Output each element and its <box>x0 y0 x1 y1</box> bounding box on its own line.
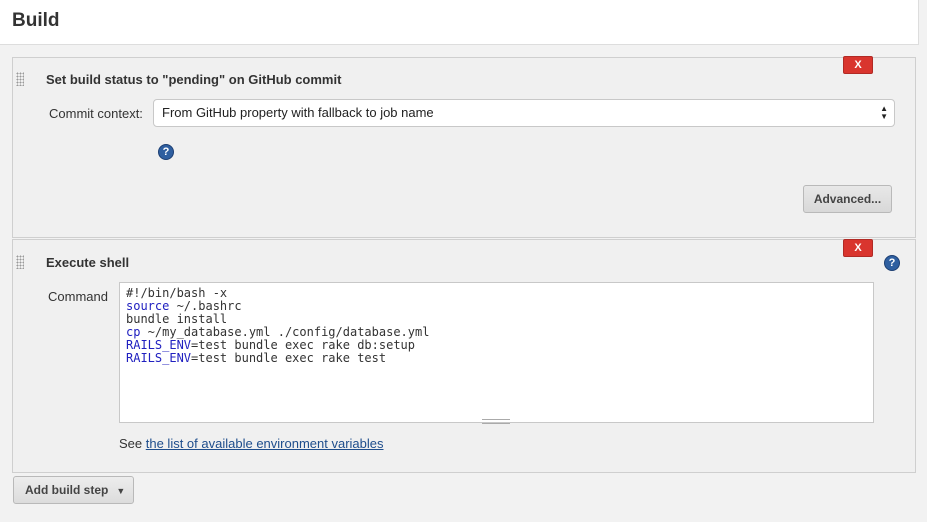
help-icon[interactable]: ? <box>884 255 900 271</box>
command-line: RAILS_ENV=test bundle exec rake test <box>126 351 387 365</box>
drag-handle-icon[interactable] <box>16 72 24 86</box>
commit-context-label: Commit context: <box>49 106 143 121</box>
caret-down-icon: ▼ <box>116 486 126 496</box>
delete-step-button[interactable]: X <box>843 56 873 74</box>
commit-context-value: From GitHub property with fallback to jo… <box>162 105 434 120</box>
env-vars-link[interactable]: the list of available environment variab… <box>146 436 384 451</box>
textarea-resize-handle[interactable] <box>482 419 510 424</box>
command-label: Command <box>48 289 108 304</box>
step-title-github-status: Set build status to "pending" on GitHub … <box>46 72 342 87</box>
select-arrows-icon: ▲ ▼ <box>880 104 888 121</box>
env-vars-note: See the list of available environment va… <box>119 436 384 451</box>
add-build-step-button[interactable]: Add build step ▼ <box>13 476 134 504</box>
section-title: Build <box>12 10 60 31</box>
command-textarea[interactable]: #!/bin/bash -x source ~/.bashrc bundle ins… <box>119 282 874 423</box>
delete-step-button[interactable]: X <box>843 239 873 257</box>
command-line: source ~/.bashrc <box>126 299 242 313</box>
commit-context-select[interactable]: From GitHub property with fallback to jo… <box>153 99 895 127</box>
step-title-execute-shell: Execute shell <box>46 255 130 270</box>
env-vars-prefix: See <box>119 436 146 451</box>
section-header: Build <box>0 0 919 45</box>
drag-handle-icon[interactable] <box>16 255 24 269</box>
help-icon[interactable]: ? <box>158 144 174 160</box>
advanced-button[interactable]: Advanced... <box>803 185 892 213</box>
add-build-step-label: Add build step <box>25 483 109 497</box>
